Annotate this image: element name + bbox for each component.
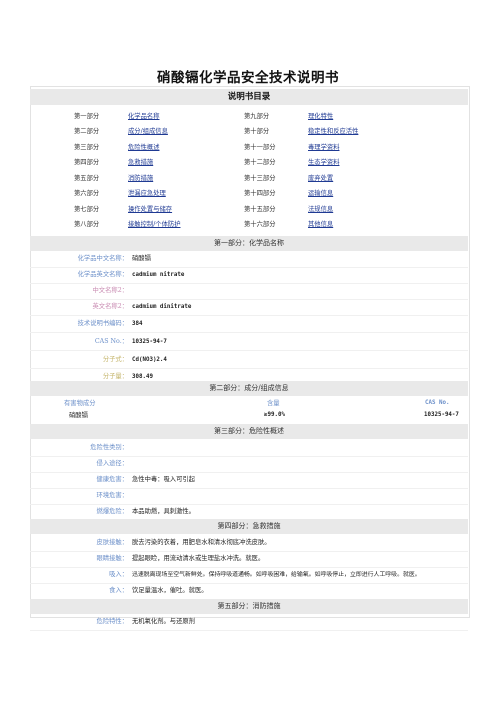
- toc-link[interactable]: 接触控制/个体防护: [128, 216, 181, 233]
- field-label: 燃爆危险：: [96, 508, 128, 515]
- field-label: 化学品中文名称：: [77, 255, 128, 262]
- field-label: 健康危害：: [96, 476, 128, 483]
- field-value: 迅速脱离现场至空气新鲜处。保持呼吸道通畅。如呼吸困难，给输氧。如呼吸停止，立即进…: [132, 572, 421, 578]
- field-label: 皮肤接触：: [96, 539, 128, 546]
- component-content: ≥99.0%: [264, 412, 285, 418]
- field-value: 10325-94-7: [132, 339, 167, 345]
- field-label: 食入：: [109, 587, 128, 594]
- section-4-heading: 第四部分：急救措施: [30, 519, 468, 534]
- toc-row: 第六部分 泄漏应急处理 第十四部分 运输信息: [70, 185, 440, 202]
- field-label: 英文名称2：: [92, 303, 129, 310]
- field-row: 吸入： 迅速脱离现场至空气新鲜处。保持呼吸道通畅。如呼吸困难，给输氧。如呼吸停止…: [30, 567, 468, 584]
- field-label: 吸入：: [109, 571, 128, 578]
- field-value: cadmium dinitrate: [132, 304, 192, 310]
- toc-link[interactable]: 其他信息: [308, 216, 333, 233]
- toc-row: 第八部分 接触控制/个体防护 第十六部分 其他信息: [70, 216, 440, 233]
- toc-part-label: 第六部分: [74, 190, 100, 197]
- field-row: CAS No.： 10325-94-7: [30, 334, 468, 351]
- field-row: 皮肤接触： 脱去污染的衣着，用肥皂水和清水彻底冲洗皮肤。: [30, 535, 468, 552]
- field-row: 技术说明书编码： 384: [30, 316, 468, 333]
- field-row: 眼睛接触： 提起眼睑，用流动清水或生理盐水冲洗。就医。: [30, 551, 468, 568]
- toc-part-label: 第十二部分: [244, 159, 276, 166]
- toc-link[interactable]: 泄漏应急处理: [128, 185, 166, 202]
- field-value: 无机氧化剂。与还原剂: [132, 618, 195, 625]
- toc-row: 第二部分 成分/组成信息 第十部分 稳定性和反应活性: [70, 123, 440, 140]
- field-label: 化学品英文名称：: [77, 271, 128, 278]
- component-name: 硝酸镉: [69, 412, 88, 419]
- field-label: 侵入途径：: [96, 460, 128, 467]
- field-row: 危险特性： 无机氧化剂。与还原剂: [30, 614, 468, 631]
- field-label: 分子式：: [102, 356, 128, 363]
- field-row: 分子式： Cd(NO3)2.4: [30, 352, 468, 369]
- field-value: Cd(NO3)2.4: [132, 357, 167, 363]
- section-1-heading: 第一部分：化学品名称: [30, 236, 468, 251]
- field-label: 中文名称2：: [92, 287, 129, 294]
- field-label: 危险性类别：: [90, 444, 128, 451]
- toc-part-label: 第十四部分: [244, 190, 276, 197]
- field-value: 本品助燃，具刺激性。: [132, 508, 195, 515]
- field-row: 侵入途径：: [30, 456, 468, 473]
- toc-part-label: 第八部分: [74, 221, 100, 228]
- field-row: 化学品中文名称： 硝酸镉: [30, 251, 468, 268]
- field-row: 环境危害：: [30, 488, 468, 505]
- section-3-heading: 第三部分：危险性概述: [30, 424, 468, 439]
- section-5-heading: 第五部分：消防措施: [30, 599, 468, 614]
- field-value: 饮足量温水，催吐。就医。: [132, 587, 208, 594]
- field-row: 英文名称2： cadmium dinitrate: [30, 299, 468, 316]
- toc-part-label: 第四部分: [74, 159, 100, 166]
- toc-part-label: 第十六部分: [244, 221, 276, 228]
- toc-link[interactable]: 成分/组成信息: [128, 123, 168, 140]
- field-label: 技术说明书编码：: [77, 320, 128, 327]
- field-value: 急性中毒：吸入可引起: [132, 476, 195, 483]
- field-row: 中文名称2：: [30, 283, 468, 300]
- field-label: 眼睛接触：: [96, 555, 128, 562]
- toc-part-label: 第二部分: [74, 128, 100, 135]
- field-value: 脱去污染的衣着，用肥皂水和清水彻底冲洗皮肤。: [132, 539, 271, 546]
- toc-part-label: 第十部分: [244, 128, 270, 135]
- document-title: 硝酸镉化学品安全技术说明书: [157, 70, 339, 86]
- toc-row: 第四部分 急救措施 第十二部分 生态学资料: [70, 154, 440, 171]
- field-label: 环境危害：: [96, 492, 128, 499]
- field-value: 硝酸镉: [132, 255, 151, 262]
- field-label: CAS No.：: [94, 338, 128, 345]
- field-row: 化学品英文名称： cadmium nitrate: [30, 267, 468, 284]
- field-value: 提起眼睑，用流动清水或生理盐水冲洗。就医。: [132, 555, 265, 562]
- component-row: 硝酸镉 ≥99.0% 10325-94-7: [30, 409, 468, 422]
- toc-heading: 说明书目录: [30, 89, 468, 105]
- toc-link[interactable]: 稳定性和反应活性: [308, 123, 358, 140]
- toc-link[interactable]: 运输信息: [308, 185, 333, 202]
- field-value: cadmium nitrate: [132, 272, 185, 278]
- field-label: 危险特性：: [96, 618, 128, 625]
- section-2-heading: 第二部分：成分/组成信息: [30, 381, 468, 396]
- component-cas: 10325-94-7: [424, 412, 459, 418]
- field-value: 384: [132, 321, 143, 327]
- field-row: 食入： 饮足量温水，催吐。就医。: [30, 583, 468, 600]
- field-row: 健康危害： 急性中毒：吸入可引起: [30, 472, 468, 489]
- document-page: 硝酸镉化学品安全技术说明书 说明书目录 第一部分 化学品名称 第九部分 理化特性…: [0, 0, 496, 702]
- toc-link[interactable]: 生态学资料: [308, 154, 339, 171]
- toc-link[interactable]: 急救措施: [128, 154, 153, 171]
- field-row: 危险性类别：: [30, 440, 468, 457]
